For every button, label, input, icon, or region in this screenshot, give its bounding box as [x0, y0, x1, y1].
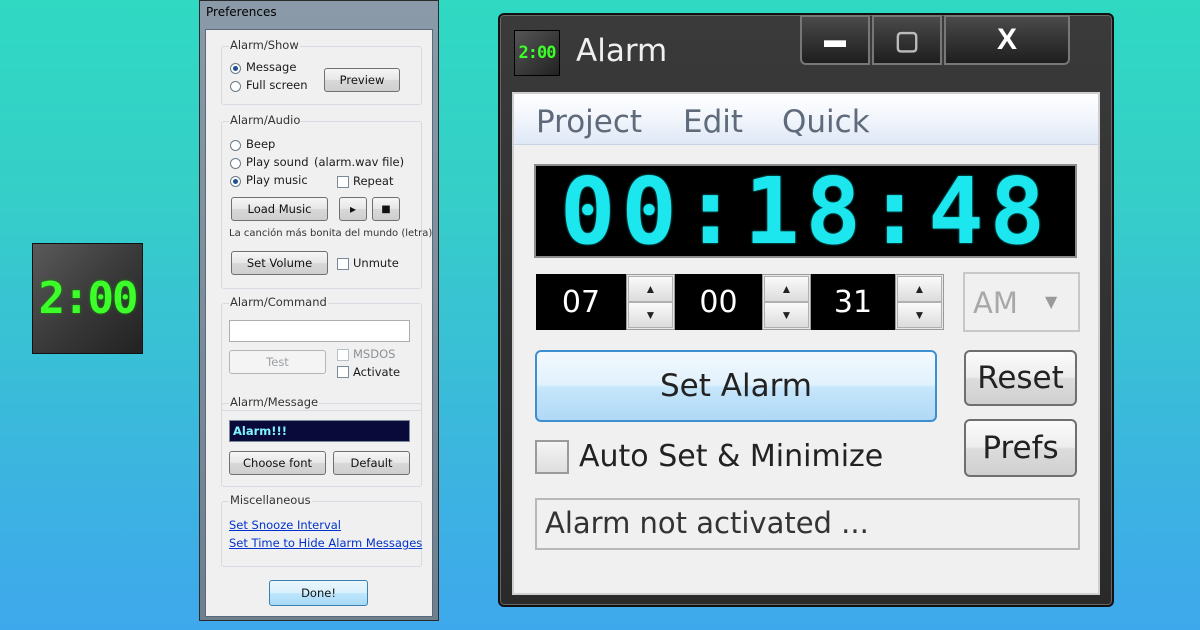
prefs-button[interactable]: Prefs — [964, 419, 1077, 477]
seconds-field[interactable]: 31 — [811, 274, 895, 330]
music-name-label: La canción más bonita del mundo (letra) — [229, 228, 433, 239]
minutes-down-icon[interactable]: ▼ — [764, 302, 809, 328]
alarm-window-title: Alarm — [576, 33, 668, 69]
dropdown-arrow-icon: ▼ — [1045, 292, 1058, 311]
radio-message-label: Message — [246, 60, 297, 74]
snooze-interval-link[interactable]: Set Snooze Interval — [229, 518, 341, 532]
minimize-button[interactable]: ▬ — [800, 15, 870, 65]
minimize-icon: ▬ — [824, 27, 846, 52]
command-input[interactable] — [229, 320, 410, 342]
auto-set-checkbox[interactable] — [535, 440, 569, 474]
group-alarm-message: Alarm/Message Alarm!!! Choose font Defau… — [221, 395, 422, 487]
group-alarm-command-title: Alarm/Command — [229, 295, 328, 309]
status-bar: Alarm not activated ... — [535, 498, 1080, 550]
radio-play-sound-label: Play sound — [246, 155, 309, 169]
radio-message[interactable] — [230, 63, 241, 74]
close-icon: X — [996, 23, 1017, 56]
ampm-value: AM — [973, 286, 1018, 320]
group-alarm-message-title: Alarm/Message — [229, 395, 320, 409]
group-misc-title: Miscellaneous — [229, 493, 312, 507]
radio-play-music[interactable] — [230, 176, 241, 187]
radio-beep[interactable] — [230, 140, 241, 151]
maximize-button[interactable]: ▢ — [872, 15, 942, 65]
group-alarm-audio-title: Alarm/Audio — [229, 113, 302, 127]
unmute-checkbox[interactable] — [337, 258, 349, 270]
hours-spinner[interactable]: ▲ ▼ — [626, 274, 675, 330]
msdos-checkbox[interactable] — [337, 349, 349, 361]
alarm-window: 2:00 Alarm ▬ ▢ X Project Edit Quick 00:1… — [498, 13, 1114, 607]
alarm-client-area: Project Edit Quick 00:18:48 07 ▲ ▼ 00 ▲ … — [512, 92, 1100, 595]
stop-button[interactable]: ■ — [372, 197, 400, 221]
load-music-button[interactable]: Load Music — [231, 197, 328, 221]
activate-checkbox[interactable] — [337, 366, 349, 378]
seconds-up-icon[interactable]: ▲ — [897, 276, 942, 302]
radio-fullscreen[interactable] — [230, 81, 241, 92]
menu-edit[interactable]: Edit — [683, 104, 743, 140]
seconds-down-icon[interactable]: ▼ — [897, 302, 942, 328]
close-button[interactable]: X — [944, 15, 1070, 65]
menu-project[interactable]: Project — [536, 104, 642, 140]
done-button[interactable]: Done! — [269, 580, 368, 606]
repeat-label: Repeat — [353, 174, 394, 188]
ampm-dropdown[interactable]: AM ▼ — [963, 272, 1080, 332]
countdown-time: 00:18:48 — [559, 157, 1052, 265]
hide-messages-link[interactable]: Set Time to Hide Alarm Messages — [229, 536, 422, 550]
preferences-body: Alarm/Show Message Full screen Preview A… — [205, 29, 433, 617]
minutes-spinner[interactable]: ▲ ▼ — [762, 274, 811, 330]
maximize-icon: ▢ — [894, 24, 920, 55]
alarm-logo-icon: 2:00 — [514, 30, 560, 76]
play-button[interactable]: ▸ — [339, 197, 367, 221]
choose-font-button[interactable]: Choose font — [229, 451, 326, 475]
radio-play-sound[interactable] — [230, 158, 241, 169]
preview-button[interactable]: Preview — [324, 68, 400, 92]
group-alarm-show: Alarm/Show Message Full screen Preview — [221, 38, 422, 105]
reset-button[interactable]: Reset — [964, 350, 1077, 406]
minutes-field[interactable]: 00 — [675, 274, 762, 330]
hours-down-icon[interactable]: ▼ — [628, 302, 673, 328]
desktop-icon-text: 2:00 — [38, 273, 139, 324]
test-button[interactable]: Test — [229, 350, 326, 374]
menu-bar: Project Edit Quick — [514, 94, 1098, 145]
minutes-up-icon[interactable]: ▲ — [764, 276, 809, 302]
play-icon: ▸ — [349, 202, 357, 216]
sound-file-label: (alarm.wav file) — [314, 155, 405, 169]
menu-quick[interactable]: Quick — [782, 104, 870, 140]
alarm-logo-text: 2:00 — [518, 43, 557, 63]
hours-field[interactable]: 07 — [536, 274, 626, 330]
group-alarm-show-title: Alarm/Show — [229, 38, 300, 52]
set-alarm-button[interactable]: Set Alarm — [535, 350, 937, 422]
default-button[interactable]: Default — [333, 451, 410, 475]
seconds-spinner[interactable]: ▲ ▼ — [895, 274, 944, 330]
group-miscellaneous: Miscellaneous Set Snooze Interval Set Ti… — [221, 493, 422, 567]
activate-label: Activate — [353, 365, 401, 379]
countdown-display: 00:18:48 — [534, 158, 1077, 265]
msdos-label: MSDOS — [353, 347, 396, 361]
radio-beep-label: Beep — [246, 137, 276, 151]
group-alarm-audio: Alarm/Audio Beep Play sound (alarm.wav f… — [221, 113, 432, 289]
radio-fullscreen-label: Full screen — [246, 78, 308, 92]
desktop-alarm-icon[interactable]: 2:00 — [32, 243, 143, 354]
unmute-label: Unmute — [353, 256, 399, 270]
message-input[interactable]: Alarm!!! — [229, 420, 410, 442]
preferences-window: Preferences Alarm/Show Message Full scre… — [199, 0, 439, 621]
stop-icon: ■ — [381, 203, 391, 215]
hours-up-icon[interactable]: ▲ — [628, 276, 673, 302]
radio-play-music-label: Play music — [246, 173, 308, 187]
auto-set-label: Auto Set & Minimize — [579, 439, 884, 474]
preferences-title: Preferences — [206, 5, 277, 19]
repeat-checkbox[interactable] — [337, 176, 349, 188]
set-volume-button[interactable]: Set Volume — [231, 251, 328, 275]
